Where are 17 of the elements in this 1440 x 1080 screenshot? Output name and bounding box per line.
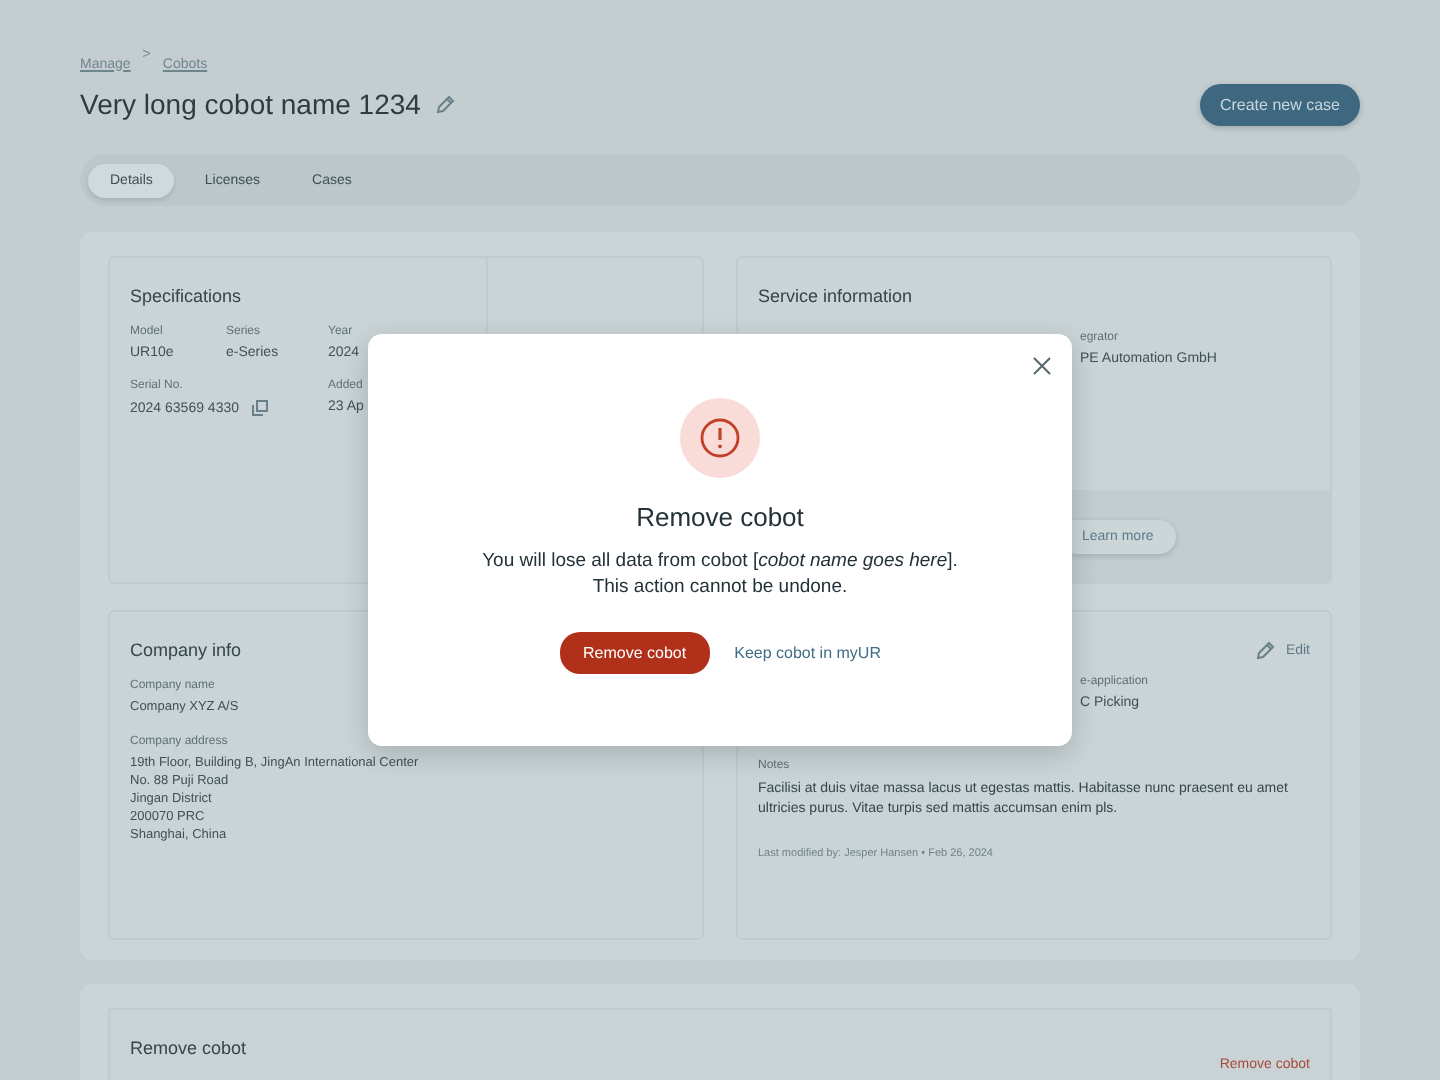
dialog-note: This action cannot be undone. xyxy=(592,574,848,600)
pencil-icon xyxy=(436,94,457,114)
close-button[interactable] xyxy=(1032,352,1052,372)
card-title: Specifications xyxy=(130,286,242,306)
remove-cobot-button[interactable]: Remove cobot xyxy=(559,632,711,674)
card-title: Service information xyxy=(758,286,913,306)
close-icon xyxy=(1032,356,1052,376)
card-title: Remove cobot xyxy=(130,1038,247,1062)
dialog-message: You will lose all data from cobot [cobot name goes here]. xyxy=(482,548,958,574)
pencil-icon xyxy=(1255,640,1276,660)
dialog-title: Remove cobot xyxy=(636,502,804,532)
warning-icon xyxy=(680,398,760,478)
copy-icon[interactable] xyxy=(251,400,267,416)
create-case-button[interactable]: Create new case xyxy=(1199,83,1360,125)
card-title: Company info xyxy=(130,640,242,660)
keep-cobot-link[interactable]: Keep cobot in myUR xyxy=(734,636,881,670)
page-title: Very long cobot name 1234 xyxy=(80,88,421,120)
